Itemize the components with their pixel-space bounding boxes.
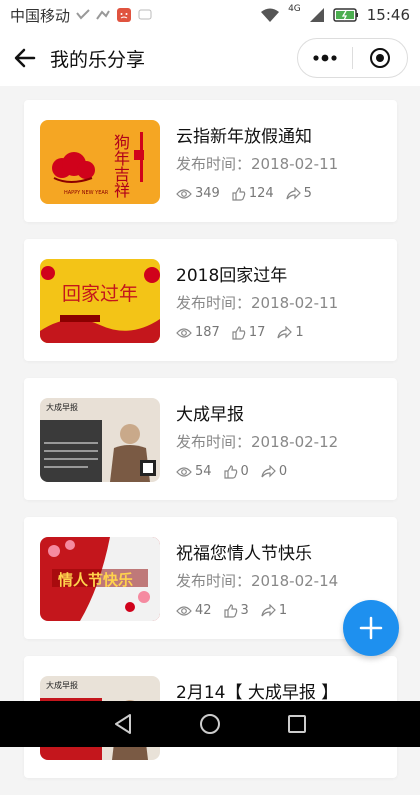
list-item[interactable]: 大成早报 大成早报 发布时间：2018-02-12 54 0 0 [24, 378, 397, 500]
list-item[interactable]: 情人节快乐 祝福您情人节快乐 发布时间：2018-02-14 42 3 1 [24, 517, 397, 639]
post-stats: 187 17 1 [176, 325, 316, 340]
list-item[interactable]: HAPPY NEW YEAR 狗年吉祥 云指新年放假通知 发布时间：2018-0… [24, 100, 397, 222]
thumbnail-image: 大成早报 [40, 398, 160, 482]
view-count: 54 [195, 464, 212, 479]
share-count: 5 [303, 186, 312, 201]
arrow-left-icon [14, 48, 36, 68]
like-count: 3 [240, 603, 249, 618]
thumbnail-text: 狗年吉祥 [111, 134, 130, 198]
post-date: 发布时间：2018-02-11 [176, 294, 339, 312]
nav-back-button[interactable] [103, 704, 143, 744]
status-bar: 中国移动 4G 15:46 [0, 0, 420, 30]
carrier-label: 中国移动 [10, 6, 71, 25]
thumbnail-image: HAPPY NEW YEAR 狗年吉祥 [40, 120, 160, 204]
thumbnail-text: 大成早报 [46, 681, 78, 690]
thumbs-up-icon [232, 186, 246, 201]
post-date: 发布时间：2018-02-14 [176, 572, 339, 590]
thumbs-up-icon [232, 325, 246, 340]
post-stats: 54 0 0 [176, 464, 299, 479]
like-count: 0 [240, 464, 249, 479]
add-share-button[interactable] [343, 600, 399, 656]
eye-icon [176, 327, 192, 338]
post-stats: 42 3 1 [176, 603, 299, 618]
page-title: 我的乐分享 [50, 48, 146, 71]
view-count: 187 [195, 325, 220, 340]
share-list: HAPPY NEW YEAR 狗年吉祥 云指新年放假通知 发布时间：2018-0… [24, 100, 397, 795]
close-button[interactable] [353, 39, 407, 77]
more-dots-icon [313, 54, 337, 62]
post-title: 云指新年放假通知 [176, 127, 312, 147]
eye-icon [176, 466, 192, 477]
message-icon [138, 9, 152, 20]
thumbs-up-icon [223, 464, 237, 479]
share-arrow-icon [286, 187, 301, 200]
post-title: 祝福您情人节快乐 [176, 544, 312, 564]
view-count: 42 [195, 603, 212, 618]
post-title: 2018回家过年 [176, 266, 288, 286]
thumbnail-image: 回家过年 [40, 259, 160, 343]
thumbs-up-icon [223, 603, 237, 618]
back-button[interactable] [0, 30, 50, 86]
plus-icon [359, 616, 383, 640]
post-title: 大成早报 [176, 405, 244, 425]
svg-text:HAPPY NEW YEAR: HAPPY NEW YEAR [64, 190, 109, 196]
wechat-icon [76, 9, 90, 20]
square-recents-icon [287, 715, 306, 733]
nav-home-button[interactable] [190, 704, 230, 744]
eye-icon [176, 188, 192, 199]
network-label: 4G [288, 4, 301, 14]
clock: 15:46 [366, 6, 410, 24]
nav-header: 我的乐分享 [0, 30, 420, 86]
system-nav-bar [0, 701, 420, 747]
share-arrow-icon [261, 604, 276, 617]
share-arrow-icon [277, 326, 293, 339]
eye-icon [176, 605, 192, 616]
post-date: 发布时间：2018-02-11 [176, 155, 339, 173]
mini-program-capsule [297, 38, 408, 78]
post-date: 发布时间：2018-02-12 [176, 433, 339, 451]
thumbnail-text: 情人节快乐 [58, 571, 134, 589]
notification-icon [96, 10, 110, 20]
nav-recents-button[interactable] [277, 704, 317, 744]
circle-home-icon [199, 714, 220, 734]
share-count: 1 [278, 603, 288, 618]
more-button[interactable] [298, 39, 352, 77]
triangle-back-icon [115, 714, 132, 734]
wifi-icon [261, 8, 280, 22]
like-count: 124 [248, 186, 274, 201]
share-arrow-icon [261, 465, 276, 478]
thumbnail-text: 回家过年 [62, 283, 139, 305]
list-item[interactable]: 回家过年 2018回家过年 发布时间：2018-02-11 187 17 1 [24, 239, 397, 361]
share-count: 1 [295, 325, 304, 340]
share-count: 0 [278, 464, 288, 479]
like-count: 17 [248, 325, 266, 340]
thumbnail-text: 大成早报 [46, 403, 78, 412]
post-title: 2月14【 大成早报 】 [176, 683, 339, 703]
app-icon [117, 8, 132, 22]
target-icon [370, 48, 390, 68]
battery-icon [333, 8, 358, 22]
post-stats: 349 124 5 [176, 186, 324, 201]
thumbnail-image: 情人节快乐 [40, 537, 160, 621]
signal-icon [309, 8, 324, 22]
view-count: 349 [195, 186, 220, 201]
